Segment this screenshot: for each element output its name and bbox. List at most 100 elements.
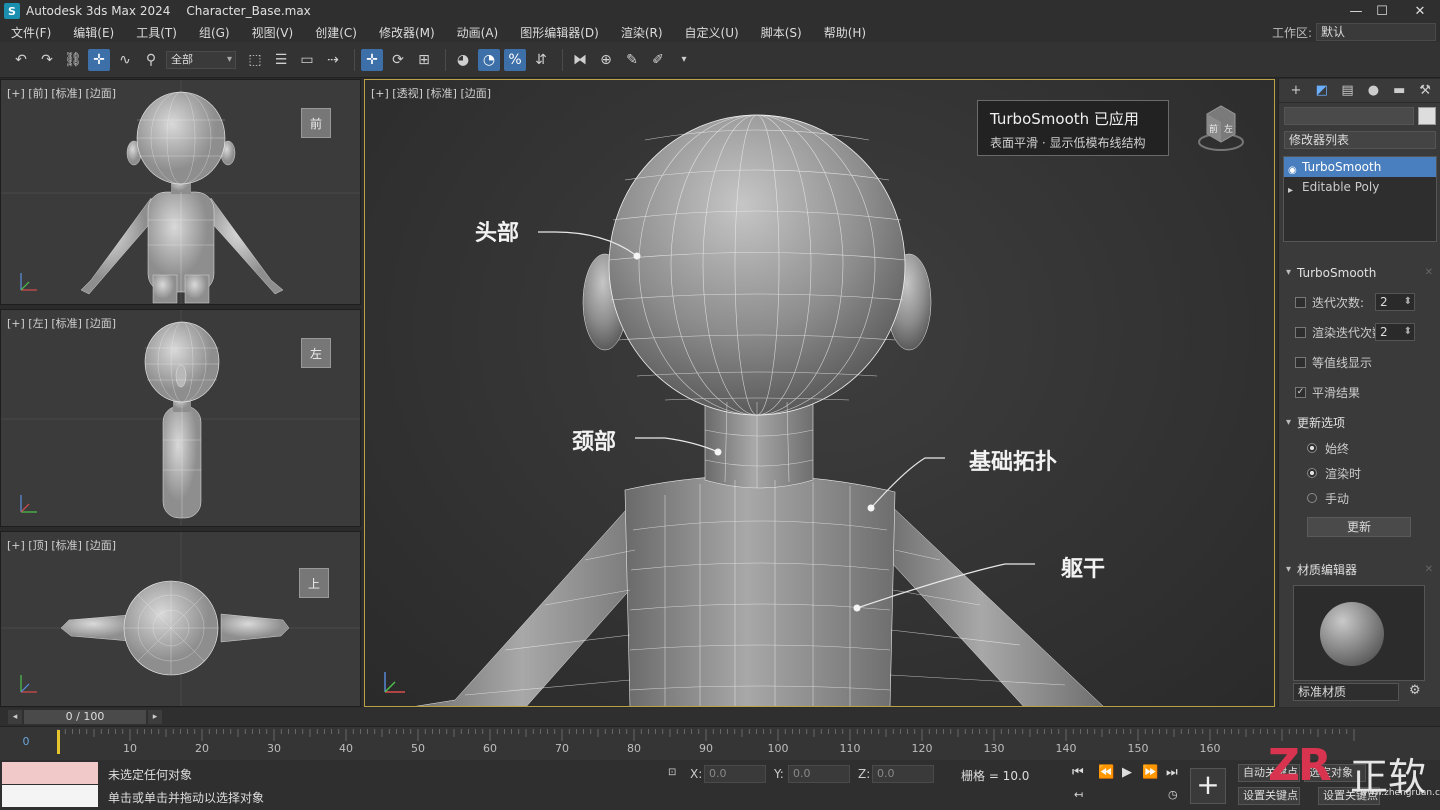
- viewcube-left[interactable]: 左: [301, 338, 331, 368]
- selection-filter-dropdown[interactable]: 全部: [166, 50, 236, 69]
- gear-icon[interactable]: ⚙: [1409, 683, 1421, 698]
- key-mode-icon[interactable]: ↤: [1074, 788, 1083, 801]
- angle-snap-icon[interactable]: ◔: [478, 48, 500, 71]
- mirror-icon[interactable]: ⧓: [569, 49, 591, 71]
- material-editor-header[interactable]: 材质编辑器 ✕: [1283, 560, 1437, 580]
- play-icon[interactable]: ▶: [1122, 765, 1132, 780]
- maximize-icon[interactable]: ☐: [1362, 0, 1402, 22]
- hierarchy-tab-icon[interactable]: ▤: [1337, 81, 1359, 101]
- y-coord-field[interactable]: 0.0: [788, 765, 850, 783]
- render-setup-icon[interactable]: ✐: [647, 49, 669, 71]
- unlink-icon[interactable]: ⚲: [140, 49, 162, 71]
- link-icon[interactable]: ⛓: [62, 49, 84, 71]
- menu-animation[interactable]: 动画(A): [446, 24, 510, 41]
- scale-icon[interactable]: ⊞: [413, 49, 435, 71]
- close-icon[interactable]: ✕: [1400, 0, 1440, 22]
- menu-graph-editors[interactable]: 图形编辑器(D): [509, 24, 610, 41]
- menu-file[interactable]: 文件(F): [0, 24, 62, 41]
- maxscript-output[interactable]: [2, 785, 98, 807]
- isoline-checkbox[interactable]: [1295, 356, 1306, 368]
- render-iters-spinner[interactable]: 2: [1375, 323, 1415, 341]
- material-type-dropdown[interactable]: 标准材质: [1293, 683, 1399, 701]
- viewport-top-label[interactable]: [+] [顶] [标准] [边面]: [7, 537, 116, 553]
- viewport-front-label[interactable]: [+] [前] [标准] [边面]: [7, 85, 116, 101]
- time-config-icon[interactable]: ◷: [1168, 788, 1178, 801]
- iterations-checkbox[interactable]: [1295, 296, 1306, 308]
- display-tab-icon[interactable]: ▬: [1388, 81, 1410, 101]
- viewcube-perspective[interactable]: 前 左: [1197, 100, 1247, 154]
- stack-item-turbosmooth[interactable]: ◉ TurboSmooth: [1284, 157, 1436, 177]
- maxscript-listener[interactable]: [2, 762, 98, 784]
- render-iters-checkbox[interactable]: [1295, 326, 1306, 338]
- go-to-end-icon[interactable]: ⏭: [1166, 765, 1178, 780]
- move-icon[interactable]: ✛: [361, 48, 383, 71]
- prev-frame-icon[interactable]: ⏪: [1098, 765, 1114, 780]
- menu-scripting[interactable]: 脚本(S): [750, 24, 813, 41]
- go-to-start-icon[interactable]: ⏮: [1072, 765, 1084, 780]
- viewport-left[interactable]: [+] [左] [标准] [边面] 左: [0, 309, 361, 527]
- select-move-icon[interactable]: ✛: [88, 48, 110, 71]
- menu-views[interactable]: 视图(V): [241, 24, 305, 41]
- update-always-radio[interactable]: [1307, 443, 1317, 453]
- track-bar[interactable]: 0 10 20 30 40 50 60 70 80 90 100 110 120 130 140 150 16…: [0, 726, 1440, 760]
- motion-tab-icon[interactable]: ●: [1362, 81, 1384, 101]
- align-icon[interactable]: ⊕: [595, 49, 617, 71]
- select-by-name-icon[interactable]: ☰: [270, 49, 292, 71]
- utilities-tab-icon[interactable]: ⚒: [1414, 81, 1436, 101]
- update-always-row[interactable]: 始终: [1307, 438, 1349, 458]
- menu-create[interactable]: 创建(C): [304, 24, 368, 41]
- update-button[interactable]: 更新: [1307, 517, 1411, 537]
- time-slider[interactable]: 0 / 100: [24, 710, 146, 724]
- select-object-icon[interactable]: ⬚: [244, 49, 266, 71]
- window-crossing-icon[interactable]: ⇢: [322, 49, 344, 71]
- menu-group[interactable]: 组(G): [188, 24, 241, 41]
- undo-icon[interactable]: ↶: [10, 49, 32, 71]
- transform-mode-icon[interactable]: ⊡: [668, 767, 676, 778]
- workspace-select[interactable]: 默认: [1316, 23, 1436, 41]
- viewport-left-label[interactable]: [+] [左] [标准] [边面]: [7, 315, 116, 331]
- object-name-field[interactable]: [1284, 107, 1414, 125]
- material-preview[interactable]: [1293, 585, 1425, 681]
- viewcube-front[interactable]: 前: [301, 108, 331, 138]
- bind-spacewarp-icon[interactable]: ∿: [114, 49, 136, 71]
- redo-icon[interactable]: ↷: [36, 49, 58, 71]
- modifier-list-dropdown[interactable]: 修改器列表: [1284, 131, 1436, 149]
- rollout-close-icon[interactable]: ✕: [1425, 560, 1433, 580]
- modify-tab-icon[interactable]: ◩: [1311, 81, 1333, 101]
- viewport-top[interactable]: [+] [顶] [标准] [边面] 上: [0, 531, 361, 707]
- viewcube-top[interactable]: 上: [299, 568, 329, 598]
- menu-edit[interactable]: 编辑(E): [62, 24, 125, 41]
- spinner-snap-icon[interactable]: ⇵: [530, 49, 552, 71]
- x-coord-field[interactable]: 0.0: [704, 765, 766, 783]
- viewport-front[interactable]: [+] [前] [标准] [边面] 前: [0, 79, 361, 305]
- time-prev-icon[interactable]: ◂: [8, 710, 22, 724]
- viewport-perspective-label[interactable]: [+] [透视] [标准] [边面]: [371, 85, 491, 101]
- expand-arrow-icon[interactable]: ▸: [1288, 181, 1293, 201]
- rollout-close-icon[interactable]: ✕: [1425, 263, 1433, 283]
- create-tab-icon[interactable]: +: [1285, 81, 1307, 101]
- menu-tools[interactable]: 工具(T): [125, 24, 188, 41]
- turbosmooth-rollout-header[interactable]: TurboSmooth ✕: [1283, 263, 1437, 283]
- update-manual-radio[interactable]: [1307, 493, 1317, 503]
- frame-cursor[interactable]: [57, 730, 60, 754]
- update-manual-row[interactable]: 手动: [1307, 488, 1349, 508]
- material-editor-icon[interactable]: ✎: [621, 49, 643, 71]
- object-color-swatch[interactable]: [1418, 107, 1436, 125]
- menu-modifiers[interactable]: 修改器(M): [368, 24, 446, 41]
- update-render-row[interactable]: 渲染时: [1307, 463, 1361, 483]
- stack-item-editable-poly[interactable]: ▸ Editable Poly: [1284, 177, 1436, 197]
- chevron-down-icon[interactable]: ▾: [673, 49, 695, 71]
- iterations-spinner[interactable]: 2: [1375, 293, 1415, 311]
- z-coord-field[interactable]: 0.0: [872, 765, 934, 783]
- smooth-result-checkbox[interactable]: ✓: [1295, 386, 1306, 398]
- update-render-radio[interactable]: [1307, 468, 1317, 478]
- update-options-header[interactable]: 更新选项: [1283, 413, 1437, 433]
- rotate-icon[interactable]: ⟳: [387, 49, 409, 71]
- percent-snap-icon[interactable]: %: [504, 48, 526, 71]
- rect-selection-icon[interactable]: ▭: [296, 49, 318, 71]
- set-key-plus-button[interactable]: +: [1190, 768, 1226, 804]
- menu-help[interactable]: 帮助(H): [813, 24, 877, 41]
- menu-customize[interactable]: 自定义(U): [674, 24, 750, 41]
- snap-toggle-icon[interactable]: ◕: [452, 49, 474, 71]
- viewport-perspective[interactable]: [+] [透视] [标准] [边面] TurboSmooth 已应用 表面平滑 …: [364, 79, 1275, 707]
